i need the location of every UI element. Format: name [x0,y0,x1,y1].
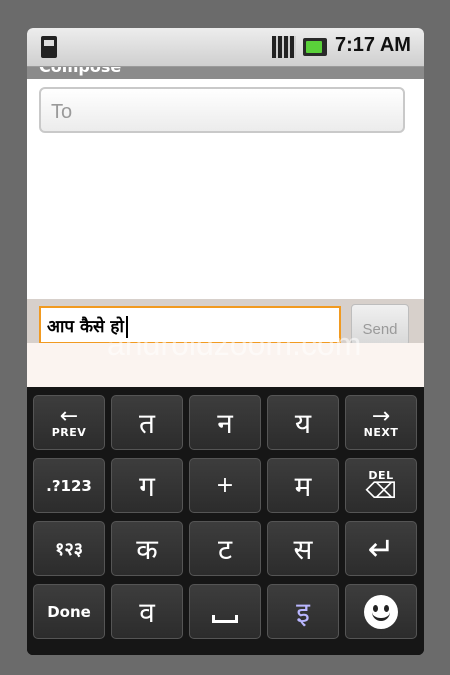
key-ta[interactable]: त [111,395,183,450]
send-button[interactable]: Send [351,304,409,346]
next-label: NEXT [363,425,399,439]
space-icon [212,614,238,623]
enter-icon: ↵ [367,529,395,568]
delete-key[interactable]: DEL ⌫ [345,458,417,513]
signal-icon [272,36,296,58]
prev-label: PREV [51,425,87,439]
keyboard: ← PREV त न य → NEXT .?123 ग + म DEL ⌫ १२… [27,387,424,655]
key-na[interactable]: न [189,395,261,450]
smiley-icon [364,594,398,629]
key-plus[interactable]: + [189,458,261,513]
done-key[interactable]: Done [33,584,105,639]
key-i[interactable]: इ [267,584,339,639]
message-text: आप कैसे हो [47,317,124,337]
key-ka[interactable]: क [111,521,183,576]
prev-key[interactable]: ← PREV [33,395,105,450]
title-bar: Compose [27,67,424,79]
symbols-label: .?123 [46,476,92,495]
arrow-left-icon: ← [59,403,79,429]
key-va[interactable]: व [111,584,183,639]
clock: 7:17 AM [335,34,411,56]
key-tta[interactable]: ट [189,521,261,576]
message-input[interactable]: आप कैसे हो [39,306,341,344]
enter-key[interactable]: ↵ [345,521,417,576]
page-title: Compose [39,67,121,76]
space-key[interactable] [189,584,261,639]
done-label: Done [47,602,91,621]
candidate-strip [27,343,424,387]
phone-screen: 7:17 AM Compose To आप कैसे हो Send ← PRE… [27,28,424,655]
arrow-right-icon: → [371,403,391,429]
key-ma[interactable]: म [267,458,339,513]
numbers-label: १२३ [54,538,84,560]
text-caret [125,316,128,338]
next-key[interactable]: → NEXT [345,395,417,450]
symbols-key[interactable]: .?123 [33,458,105,513]
backspace-icon: ⌫ [365,478,397,504]
emoji-key[interactable] [345,584,417,639]
key-ga[interactable]: ग [111,458,183,513]
key-ya[interactable]: य [267,395,339,450]
sd-card-icon [41,36,57,58]
to-field[interactable]: To [39,87,405,133]
compose-content: To [27,79,424,299]
key-sa[interactable]: स [267,521,339,576]
status-bar: 7:17 AM [27,28,424,67]
battery-icon [303,38,327,56]
numbers-key[interactable]: १२३ [33,521,105,576]
